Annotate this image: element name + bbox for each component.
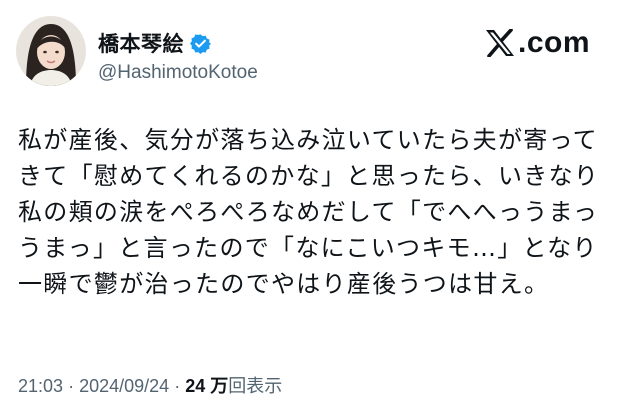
tweet-line: うまっ」と言ったので「なにこいつキモ…」となり <box>18 234 598 262</box>
tweet-line: 一瞬で鬱が治ったのでやはり産後うつは甘え。 <box>18 270 550 298</box>
meta-separator: · <box>68 376 75 396</box>
post-date[interactable]: 2024/09/24 <box>79 376 169 396</box>
x-com-brand: .com <box>485 26 590 60</box>
author-name-row[interactable]: 橋本琴絵 <box>98 28 211 58</box>
tweet-card: 橋本琴絵 @HashimotoKotoe .com 私が産後、気分が落ち込み泣い… <box>0 0 620 414</box>
post-time[interactable]: 21:03 <box>18 376 63 396</box>
tweet-line: きて「慰めてくれるのかな」と思ったら、いきなり <box>18 162 600 190</box>
meta-separator: · <box>174 376 181 396</box>
views-label: 回表示 <box>228 376 283 396</box>
avatar[interactable] <box>16 16 86 86</box>
tweet-meta: 21:03 · 2024/09/24 · 24 万回表示 <box>18 372 282 398</box>
display-name[interactable]: 橋本琴絵 <box>98 28 184 58</box>
brand-text: .com <box>518 26 591 59</box>
avatar-photo <box>16 16 86 86</box>
tweet-line: 私が産後、気分が落ち込み泣いていたら夫が寄って <box>18 126 598 154</box>
verified-badge-icon <box>190 33 211 54</box>
tweet-text: 私が産後、気分が落ち込み泣いていたら夫が寄って きて「慰めてくれるのかな」と思っ… <box>18 122 618 302</box>
views-count: 24 万 <box>185 376 229 396</box>
x-logo-icon <box>486 29 514 57</box>
tweet-line: 私の頬の涙をぺろぺろなめだして「でへへっうまっ <box>18 198 599 226</box>
author-handle[interactable]: @HashimotoKotoe <box>98 62 258 84</box>
